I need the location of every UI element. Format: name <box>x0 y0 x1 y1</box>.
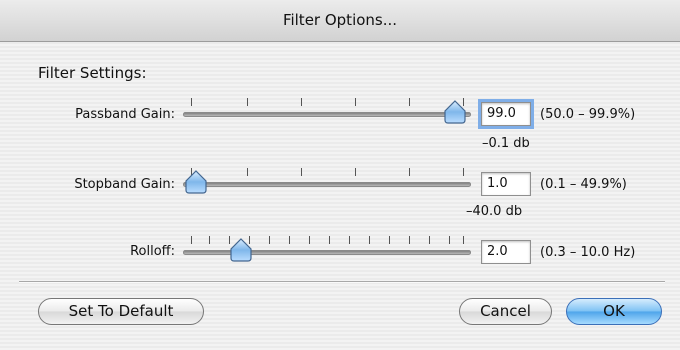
passband-gain-label: Passband Gain: <box>75 107 175 122</box>
stopband-gain-db: –40.0 db <box>466 204 523 219</box>
rolloff-slider[interactable] <box>183 236 471 266</box>
divider <box>19 281 665 283</box>
slider-thumb[interactable] <box>444 100 466 124</box>
rolloff-label: Rolloff: <box>130 244 175 259</box>
set-to-default-button[interactable]: Set To Default <box>38 298 204 325</box>
slider-thumb[interactable] <box>229 238 252 262</box>
passband-gain-range: (50.0 – 99.9%) <box>540 107 636 122</box>
passband-gain-slider[interactable] <box>183 98 471 128</box>
window-title: Filter Options... <box>0 0 680 42</box>
stopband-gain-slider[interactable] <box>183 168 471 198</box>
slider-track <box>183 182 471 187</box>
slider-track <box>183 112 471 117</box>
rolloff-range: (0.3 – 10.0 Hz) <box>540 245 636 260</box>
cancel-button[interactable]: Cancel <box>459 298 552 325</box>
stopband-gain-range: (0.1 – 49.9%) <box>540 177 627 192</box>
slider-track <box>183 250 471 255</box>
passband-gain-field[interactable]: 99.0 <box>478 99 534 129</box>
stopband-gain-field[interactable]: 1.0 <box>481 172 531 196</box>
passband-gain-db: –0.1 db <box>482 136 530 151</box>
ok-button[interactable]: OK <box>566 298 662 325</box>
section-title: Filter Settings: <box>38 64 147 82</box>
slider-thumb[interactable] <box>185 170 207 194</box>
stopband-gain-label: Stopband Gain: <box>74 177 175 192</box>
rolloff-field[interactable]: 2.0 <box>481 240 531 264</box>
